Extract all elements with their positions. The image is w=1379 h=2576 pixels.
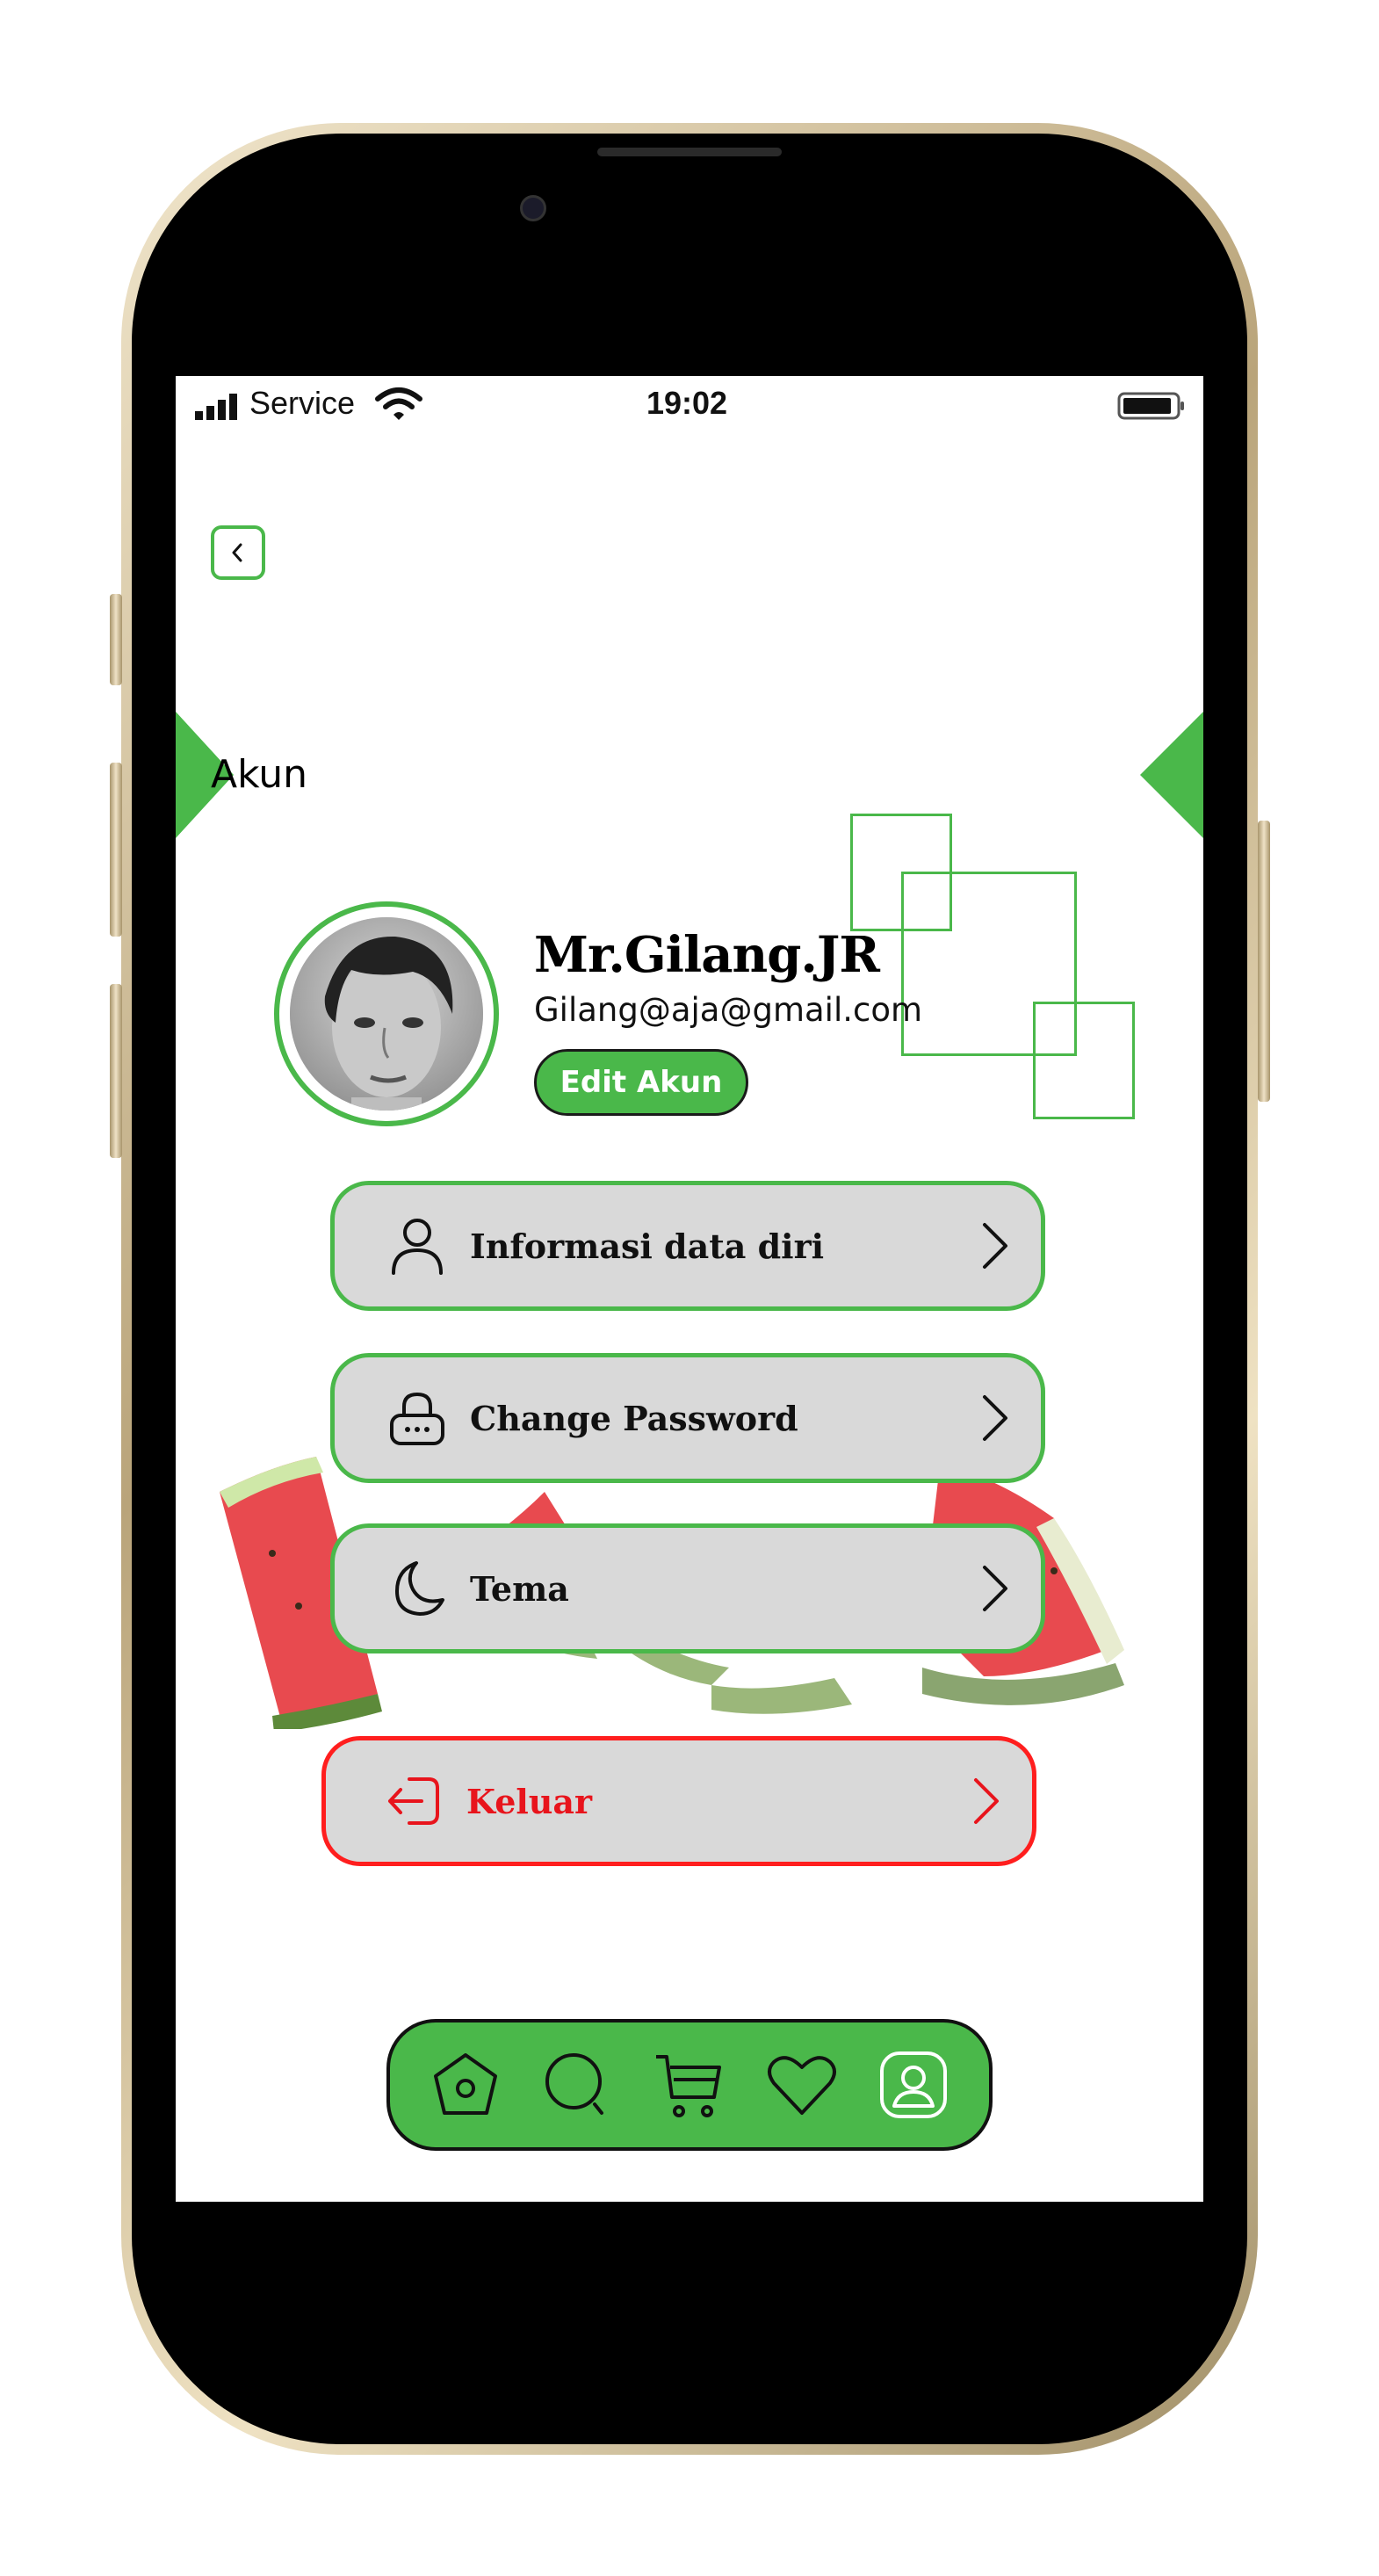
edit-account-button[interactable]: Edit Akun: [534, 1049, 748, 1116]
battery-icon: [1117, 390, 1186, 422]
power-button: [1258, 821, 1270, 1102]
menu-item-label: Change Password: [470, 1398, 798, 1438]
lock-icon: [382, 1383, 452, 1453]
screen: Service 19:02 Akun Mr.Gilang.JR Gilang@a…: [176, 376, 1203, 2202]
chevron-left-icon: [232, 543, 242, 562]
clock: 19:02: [646, 385, 728, 421]
menu-item-label: Tema: [470, 1568, 569, 1609]
profile-icon[interactable]: [871, 2043, 956, 2127]
chevron-right-icon: [972, 1387, 1016, 1449]
avatar[interactable]: [274, 901, 499, 1126]
user-email: Gilang@aja@gmail.com: [534, 991, 923, 1029]
bottom-nav: [386, 2019, 993, 2151]
decor-triangle-right: [1140, 712, 1203, 838]
mute-switch: [110, 594, 122, 685]
chevron-right-icon: [972, 1215, 1016, 1277]
home-icon[interactable]: [423, 2043, 508, 2127]
logout-button[interactable]: Keluar: [321, 1736, 1036, 1866]
chevron-right-icon: [972, 1558, 1016, 1619]
moon-icon: [382, 1553, 452, 1624]
menu-item-label: Informasi data diri: [470, 1226, 825, 1266]
back-button[interactable]: [211, 525, 265, 580]
menu-item-personal-info[interactable]: Informasi data diri: [330, 1181, 1045, 1311]
avatar-photo: [290, 917, 483, 1111]
search-icon[interactable]: [535, 2043, 619, 2127]
wifi-icon: [374, 387, 423, 422]
volume-down-button: [110, 984, 122, 1158]
signal-icon: [195, 392, 242, 420]
chevron-right-icon: [964, 1770, 1007, 1832]
volume-up-button: [110, 763, 122, 937]
menu-item-change-password[interactable]: Change Password: [330, 1353, 1045, 1483]
user-name: Mr.Gilang.JR: [534, 926, 880, 984]
page-title: Akun: [211, 752, 307, 797]
heart-icon[interactable]: [760, 2043, 844, 2127]
logout-label: Keluar: [466, 1781, 593, 1821]
logout-icon: [379, 1766, 449, 1836]
decor-square: [1033, 1002, 1135, 1119]
cart-icon[interactable]: [647, 2043, 732, 2127]
front-camera: [520, 195, 546, 221]
speaker-grille: [597, 148, 782, 156]
menu-item-theme[interactable]: Tema: [330, 1523, 1045, 1653]
user-icon: [382, 1211, 452, 1281]
carrier-label: Service: [249, 385, 356, 421]
